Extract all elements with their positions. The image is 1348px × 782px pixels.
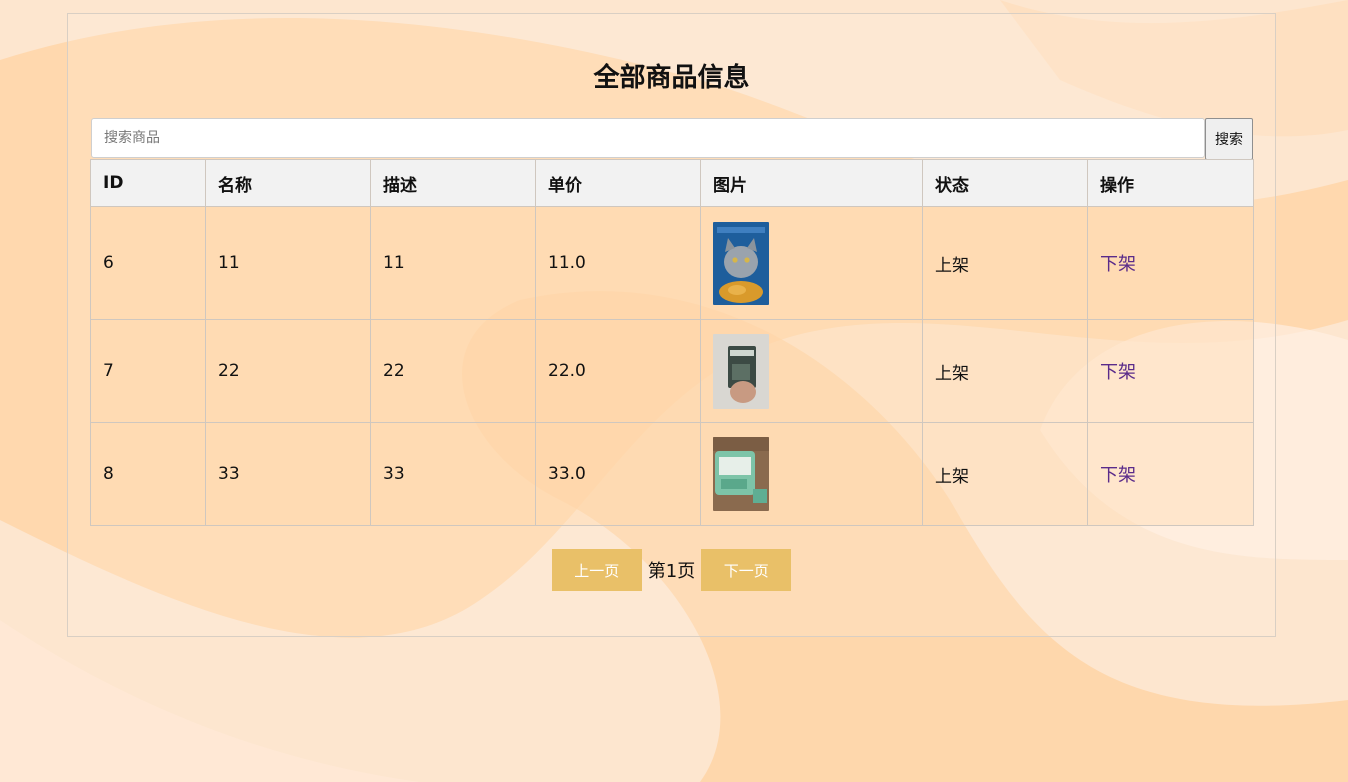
cell-id: 7 <box>90 319 206 423</box>
header-id: ID <box>90 159 206 207</box>
goods-panel: 全部商品信息 搜索 ID 名称 描述 单价 图片 状态 操作 6 11 11 1… <box>67 13 1276 637</box>
cell-action: 下架 <box>1087 422 1254 526</box>
cell-price: 22.0 <box>535 319 701 423</box>
cell-action: 下架 <box>1087 206 1254 320</box>
table-row: 6 11 11 11.0 上架 下架 <box>90 206 1254 320</box>
page-title: 全部商品信息 <box>593 63 750 93</box>
product-image <box>713 221 769 305</box>
cell-id: 6 <box>90 206 206 320</box>
cell-status: 上架 <box>922 319 1088 423</box>
table-row: 8 33 33 33.0 上架 下架 <box>90 422 1254 526</box>
cell-image <box>700 422 923 526</box>
cell-status: 上架 <box>922 206 1088 320</box>
product-image <box>713 437 769 511</box>
next-page-button[interactable]: 下一页 <box>701 549 792 591</box>
header-action: 操作 <box>1087 159 1254 207</box>
cell-description: 33 <box>370 422 536 526</box>
header-image: 图片 <box>700 159 923 207</box>
cell-description: 11 <box>370 206 536 320</box>
delist-link[interactable]: 下架 <box>1100 362 1136 383</box>
cell-name: 33 <box>205 422 371 526</box>
search-button[interactable]: 搜索 <box>1205 118 1253 160</box>
header-description: 描述 <box>370 159 536 207</box>
delist-link[interactable]: 下架 <box>1100 254 1136 275</box>
cell-id: 8 <box>90 422 206 526</box>
header-name: 名称 <box>205 159 371 207</box>
cell-description: 22 <box>370 319 536 423</box>
pagination: 上一页 第1页 下一页 <box>68 549 1275 591</box>
page-indicator: 第1页 <box>647 561 696 582</box>
cell-action: 下架 <box>1087 319 1254 423</box>
goods-table: ID 名称 描述 单价 图片 状态 操作 6 11 11 11.0 上架 下架 … <box>90 159 1254 526</box>
cell-image <box>700 319 923 423</box>
product-image <box>713 333 769 409</box>
cell-status: 上架 <box>922 422 1088 526</box>
cell-price: 33.0 <box>535 422 701 526</box>
cell-image <box>700 206 923 320</box>
cell-name: 22 <box>205 319 371 423</box>
table-header-row: ID 名称 描述 单价 图片 状态 操作 <box>90 159 1254 207</box>
prev-page-button[interactable]: 上一页 <box>551 549 642 591</box>
cell-price: 11.0 <box>535 206 701 320</box>
table-row: 7 22 22 22.0 上架 下架 <box>90 319 1254 423</box>
cell-name: 11 <box>205 206 371 320</box>
search-input[interactable] <box>91 118 1205 158</box>
delist-link[interactable]: 下架 <box>1100 465 1136 486</box>
header-price: 单价 <box>535 159 701 207</box>
header-status: 状态 <box>922 159 1088 207</box>
